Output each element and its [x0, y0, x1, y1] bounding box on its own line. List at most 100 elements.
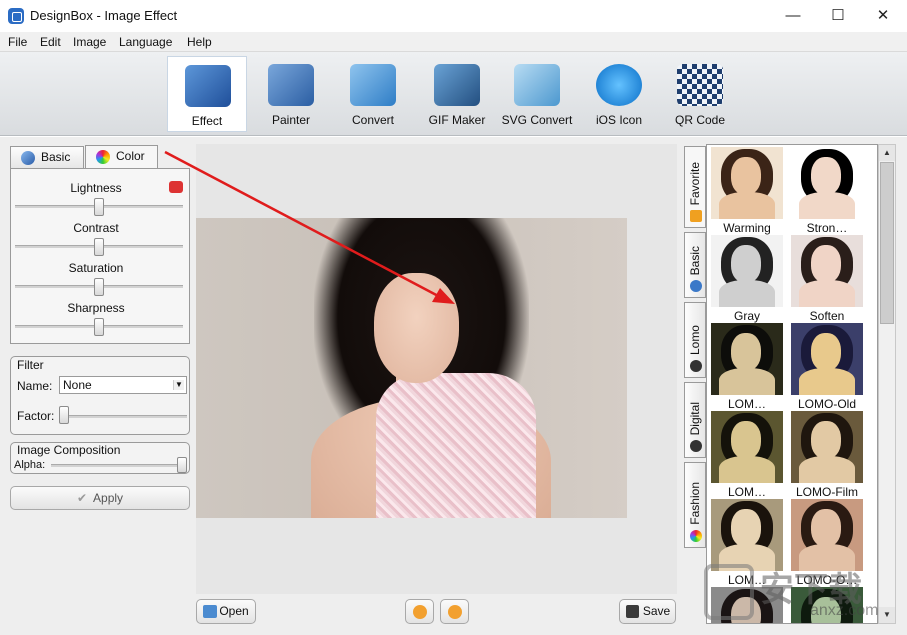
effect-label: LOM… [727, 397, 766, 411]
contrast-slider-thumb[interactable] [94, 238, 104, 256]
thumbnail-face [731, 421, 761, 459]
tool-svg-convert-label: SVG Convert [501, 113, 573, 127]
effect-thumbnail[interactable] [791, 147, 863, 219]
apply-button[interactable]: ✔ Apply [10, 486, 190, 510]
rotate-right-button[interactable] [440, 599, 469, 624]
tool-convert[interactable]: Convert [333, 56, 413, 132]
thumbnail-face [811, 157, 841, 195]
effect-label: LOMO-Old [797, 397, 856, 411]
thumbnail-face [731, 245, 761, 283]
side-tab-lomo[interactable]: Lomo [684, 302, 706, 378]
saturation-label: Saturation [68, 261, 124, 275]
ios-app-icon [596, 64, 642, 106]
filter-name-select[interactable]: None ▼ [59, 376, 187, 394]
rotate-left-button[interactable] [405, 599, 434, 624]
window-title: DesignBox - Image Effect [30, 8, 178, 23]
effect-thumbnail[interactable] [711, 323, 783, 395]
side-tab-digital[interactable]: Digital [684, 382, 706, 458]
chevron-down-icon[interactable]: ▼ [173, 380, 184, 390]
side-tab-lomo-label: Lomo [688, 324, 702, 355]
thumbnail-face [811, 421, 841, 459]
alpha-slider-track[interactable] [51, 464, 187, 467]
vector-pen-icon [514, 64, 560, 106]
side-tab-digital-label: Digital [688, 401, 702, 435]
tool-gif-maker[interactable]: GIF Maker [417, 56, 497, 132]
effect-thumbnail[interactable] [711, 235, 783, 307]
scroll-thumb[interactable] [880, 162, 894, 324]
menu-language[interactable]: Language [119, 35, 172, 49]
open-button[interactable]: Open [196, 599, 256, 624]
effect-thumbnail[interactable] [791, 411, 863, 483]
watermark: 安下载 anxz.com [700, 560, 900, 630]
menu-image[interactable]: Image [73, 35, 106, 49]
effect-label: Soften [809, 309, 845, 323]
menu-help[interactable]: Help [187, 35, 212, 49]
open-folder-icon [203, 605, 217, 618]
tool-ios-icon[interactable]: iOS Icon [579, 56, 659, 132]
saturation-slider-thumb[interactable] [94, 278, 104, 296]
tab-basic[interactable]: Basic [10, 146, 84, 168]
tool-painter[interactable]: Painter [251, 56, 331, 132]
side-tab-fashion-label: Fashion [688, 482, 702, 525]
toolbar: Effect Painter Convert GIF Maker SVG Con… [0, 52, 907, 136]
save-button[interactable]: Save [619, 599, 676, 624]
checkmark-icon: ✔ [76, 491, 88, 505]
thumbnail-body [799, 280, 855, 307]
thumbnail-face [811, 509, 841, 547]
filter-name-value: None [63, 378, 92, 392]
effect-label: Stron… [806, 221, 848, 235]
contrast-label: Contrast [73, 221, 119, 235]
thumbnail-body [719, 192, 775, 219]
scroll-up-icon[interactable]: ▲ [879, 145, 895, 161]
photo-face [374, 273, 459, 383]
side-tab-basic[interactable]: Basic [684, 232, 706, 298]
close-button[interactable]: ✕ [860, 0, 906, 32]
factor-slider-track[interactable] [59, 415, 187, 418]
tool-svg-convert[interactable]: SVG Convert [497, 56, 577, 132]
thumbnail-face [731, 157, 761, 195]
lightness-slider-thumb[interactable] [94, 198, 104, 216]
effect-thumbnail[interactable] [791, 235, 863, 307]
filter-name-label: Name: [17, 379, 53, 393]
color-wheel-icon [96, 150, 110, 164]
composition-group: Image Composition Alpha: [10, 442, 190, 474]
thumbnail-face [731, 509, 761, 547]
menu-bar: File Edit Image Language Help [0, 32, 907, 52]
thumbnail-face [811, 333, 841, 371]
effect-thumbnail[interactable] [791, 323, 863, 395]
tab-color[interactable]: Color [85, 145, 158, 169]
tool-effect[interactable]: Effect [167, 56, 247, 132]
sharpness-label: Sharpness [67, 301, 125, 315]
composition-title: Image Composition [17, 443, 121, 457]
paintbrush-icon [268, 64, 314, 106]
gallery-scrollbar[interactable]: ▲ ▼ [878, 144, 896, 624]
save-label: Save [642, 604, 671, 618]
star-icon [690, 210, 702, 222]
sharpness-slider-thumb[interactable] [94, 318, 104, 336]
side-tab-fashion[interactable]: Fashion [684, 462, 706, 548]
thumbnail-body [719, 280, 775, 307]
side-tab-favorite[interactable]: Favorite [684, 146, 706, 228]
qr-code-icon [677, 64, 723, 106]
adjustments-panel: Lightness Contrast Saturation Sharpness [10, 168, 190, 344]
effect-thumbnail[interactable] [711, 147, 783, 219]
tool-gif-maker-label: GIF Maker [428, 113, 486, 127]
thumbnail-body [719, 368, 775, 395]
menu-edit[interactable]: Edit [40, 35, 61, 49]
film-strip-icon [434, 64, 480, 106]
convert-image-icon [350, 64, 396, 106]
alpha-label: Alpha: [14, 459, 46, 471]
brush-icon [690, 280, 702, 292]
effect-thumbnail[interactable] [711, 411, 783, 483]
alpha-slider-thumb[interactable] [177, 457, 187, 473]
maximize-button[interactable]: ☐ [815, 0, 861, 32]
tool-qr-code-label: QR Code [674, 113, 726, 127]
tool-qr-code[interactable]: QR Code [660, 56, 740, 132]
menu-file[interactable]: File [8, 35, 27, 49]
apply-label: Apply [93, 491, 124, 505]
thumbnail-body [799, 192, 855, 219]
thumbnail-face [731, 333, 761, 371]
minimize-button[interactable]: — [770, 0, 816, 32]
tool-convert-label: Convert [351, 113, 395, 127]
factor-slider-thumb[interactable] [59, 406, 69, 424]
